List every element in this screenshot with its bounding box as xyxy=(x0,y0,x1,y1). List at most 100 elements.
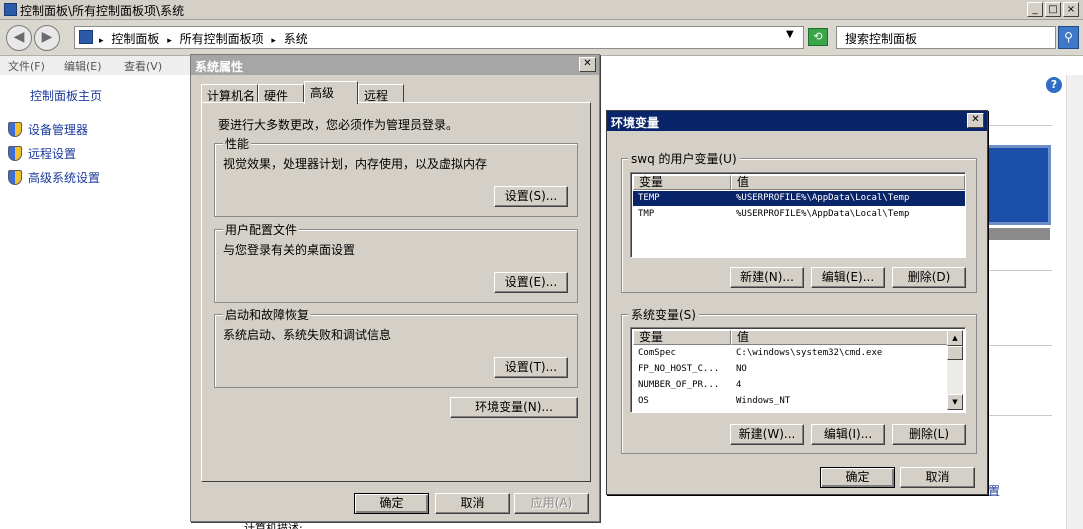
variable-value: C:\windows\system32\cmd.exe xyxy=(736,348,883,358)
divider xyxy=(988,270,1052,271)
user-edit-button[interactable]: 编辑(E)... xyxy=(811,267,885,288)
variable-name: ComSpec xyxy=(638,348,676,358)
maximize-button[interactable]: □ xyxy=(1045,2,1061,17)
column-header-variable[interactable]: 变量 xyxy=(633,175,731,190)
address-box[interactable]: ▸ 控制面板 ▸ 所有控制面板项 ▸ 系统 xyxy=(74,26,804,49)
table-row[interactable]: TEMP %USERPROFILE%\AppData\Local\Temp xyxy=(633,191,965,206)
close-icon[interactable]: ✕ xyxy=(967,113,984,128)
variable-name: FP_NO_HOST_C... xyxy=(638,364,720,374)
user-delete-button[interactable]: 删除(D) xyxy=(892,267,966,288)
system-new-button[interactable]: 新建(W)... xyxy=(730,424,804,445)
user-profiles-settings-button[interactable]: 设置(E)... xyxy=(494,272,568,293)
table-row[interactable]: ComSpec C:\windows\system32\cmd.exe xyxy=(633,346,949,361)
group-label: swq 的用户变量(U) xyxy=(628,150,740,167)
variable-value: %USERPROFILE%\AppData\Local\Temp xyxy=(736,209,910,219)
variable-name: NUMBER_OF_PR... xyxy=(638,380,720,390)
sidebar-item-label: 设备管理器 xyxy=(28,123,89,137)
close-window-button[interactable]: × xyxy=(1063,2,1079,17)
group-label: 用户配置文件 xyxy=(223,221,300,238)
monitor-base xyxy=(988,228,1050,240)
address-bar: ◀ ▶ ▸ 控制面板 ▸ 所有控制面板项 ▸ 系统 ▼ ⟲ 搜索控制面板 ⚲ xyxy=(0,20,1083,56)
dialog-title: 系统属性 ✕ xyxy=(191,55,599,75)
table-row[interactable]: NUMBER_OF_PR... 4 xyxy=(633,378,949,393)
system-variables-group: 系统变量(S) 变量 值 ComSpec C:\windows\system32… xyxy=(621,306,977,454)
group-label: 性能 xyxy=(223,135,252,152)
window-scrollbar[interactable] xyxy=(1066,75,1083,529)
computer-icon xyxy=(79,30,93,44)
shield-icon xyxy=(8,170,22,185)
divider xyxy=(988,125,1052,126)
back-arrow-icon[interactable]: ◀ xyxy=(6,25,32,51)
tab-advanced[interactable]: 高级 xyxy=(304,81,358,104)
column-header-value[interactable]: 值 xyxy=(731,330,949,345)
table-row[interactable]: FP_NO_HOST_C... NO xyxy=(633,362,949,377)
breadcrumb-control-panel[interactable]: 控制面板 xyxy=(111,32,159,46)
windows-logo-icon xyxy=(985,145,1051,225)
list-header: 变量 值 xyxy=(633,175,965,190)
tab-hardware[interactable]: 硬件 xyxy=(258,84,304,103)
group-description: 视觉效果，处理器计划，内存使用，以及虚拟内存 xyxy=(223,157,488,171)
breadcrumb-system[interactable]: 系统 xyxy=(284,32,308,46)
search-input[interactable]: 搜索控制面板 xyxy=(836,26,1056,49)
search-icon[interactable]: ⚲ xyxy=(1058,26,1079,49)
scroll-down-icon[interactable]: ▼ xyxy=(947,394,963,410)
breadcrumb-all-items[interactable]: 所有控制面板项 xyxy=(180,32,264,46)
system-variables-scrollbar[interactable]: ▲ ▼ xyxy=(947,330,963,410)
startup-recovery-settings-button[interactable]: 设置(T)... xyxy=(494,357,568,378)
forward-arrow-icon[interactable]: ▶ xyxy=(34,25,60,51)
startup-recovery-group: 启动和故障恢复 系统启动、系统失败和调试信息 设置(T)... xyxy=(214,306,578,388)
ok-button[interactable]: 确定 xyxy=(354,493,429,514)
control-panel-home-link[interactable]: 控制面板主页 xyxy=(30,87,102,104)
sidebar-item-label: 高级系统设置 xyxy=(28,171,101,185)
performance-settings-button[interactable]: 设置(S)... xyxy=(494,186,568,207)
column-header-value[interactable]: 值 xyxy=(731,175,965,190)
advanced-tab-panel: 要进行大多数更改，您必须作为管理员登录。 性能 视觉效果，处理器计划，内存使用，… xyxy=(201,102,591,482)
user-profiles-group: 用户配置文件 与您登录有关的桌面设置 设置(E)... xyxy=(214,221,578,303)
change-settings-link[interactable]: 置 xyxy=(988,482,1000,499)
menu-bar: 文件(F) 编辑(E) 查看(V) xyxy=(0,56,200,75)
menu-view[interactable]: 查看(V) xyxy=(124,58,162,74)
sidebar-item-device-manager[interactable]: 设备管理器 xyxy=(8,121,88,138)
env-ok-button[interactable]: 确定 xyxy=(820,467,895,488)
sidebar: 控制面板主页 设备管理器 远程设置 高级系统设置 xyxy=(0,75,190,529)
variable-name: TEMP xyxy=(638,193,660,203)
help-icon[interactable]: ? xyxy=(1046,77,1062,93)
user-variables-list[interactable]: 变量 值 TEMP %USERPROFILE%\AppData\Local\Te… xyxy=(630,172,966,258)
variable-value: 4 xyxy=(736,380,742,390)
tab-remote[interactable]: 远程 xyxy=(358,84,404,103)
column-header-variable[interactable]: 变量 xyxy=(633,330,731,345)
minimize-button[interactable]: _ xyxy=(1027,2,1043,17)
env-cancel-button[interactable]: 取消 xyxy=(900,467,975,488)
user-new-button[interactable]: 新建(N)... xyxy=(730,267,804,288)
table-row[interactable]: TMP %USERPROFILE%\AppData\Local\Temp xyxy=(633,207,965,222)
variable-value: Windows_NT xyxy=(736,396,791,406)
menu-file[interactable]: 文件(F) xyxy=(8,58,45,74)
variable-name: OS xyxy=(638,396,649,406)
environment-variables-button[interactable]: 环境变量(N)... xyxy=(450,397,578,418)
group-label: 启动和故障恢复 xyxy=(223,306,312,323)
tab-computer-name[interactable]: 计算机名 xyxy=(201,84,258,103)
window-title-bar: 控制面板\所有控制面板项\系统 _ □ × xyxy=(0,0,1083,20)
admin-note: 要进行大多数更改，您必须作为管理员登录。 xyxy=(218,118,459,132)
close-icon[interactable]: ✕ xyxy=(579,57,596,72)
cancel-button[interactable]: 取消 xyxy=(435,493,510,514)
dialog-title-text: 系统属性 xyxy=(195,60,244,74)
system-variables-list[interactable]: 变量 值 ComSpec C:\windows\system32\cmd.exe… xyxy=(630,327,966,413)
system-delete-button[interactable]: 删除(L) xyxy=(892,424,966,445)
window-title: 控制面板\所有控制面板项\系统 xyxy=(20,4,185,18)
variable-name: TMP xyxy=(638,209,655,219)
apply-button[interactable]: 应用(A) xyxy=(514,493,589,514)
shield-icon xyxy=(8,122,22,137)
list-header: 变量 值 xyxy=(633,330,949,345)
system-edit-button[interactable]: 编辑(I)... xyxy=(811,424,885,445)
sidebar-item-advanced-settings[interactable]: 高级系统设置 xyxy=(8,169,100,186)
menu-edit[interactable]: 编辑(E) xyxy=(64,58,102,74)
scroll-up-icon[interactable]: ▲ xyxy=(947,330,963,346)
refresh-icon[interactable]: ⟲ xyxy=(808,28,828,46)
dialog-title: 环境变量 ✕ xyxy=(607,111,987,131)
chevron-down-icon[interactable]: ▼ xyxy=(786,29,794,40)
system-window-icon xyxy=(4,3,17,16)
scroll-thumb[interactable] xyxy=(947,346,963,360)
sidebar-item-remote-settings[interactable]: 远程设置 xyxy=(8,145,76,162)
table-row[interactable]: OS Windows_NT xyxy=(633,394,949,409)
